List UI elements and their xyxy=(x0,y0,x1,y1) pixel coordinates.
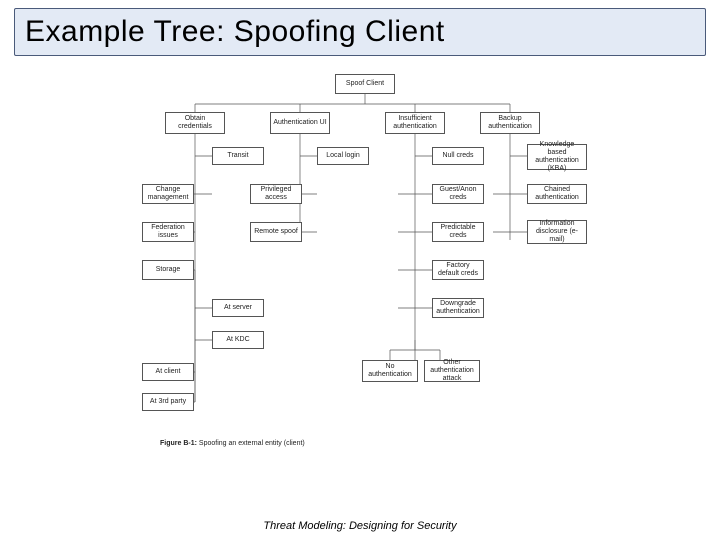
node-insufficient-auth: Insufficient authentication xyxy=(385,112,445,134)
slide-footer: Threat Modeling: Designing for Security xyxy=(0,520,720,532)
attack-tree-diagram: Spoof Client Obtain credentials Authenti… xyxy=(140,70,590,490)
node-null-creds: Null creds xyxy=(432,147,484,165)
node-at-kdc: At KDC xyxy=(212,331,264,349)
node-privileged-access: Privileged access xyxy=(250,184,302,204)
node-no-authentication: No authentication xyxy=(362,360,418,382)
node-other-auth-attack: Other authentication attack xyxy=(424,360,480,382)
node-root: Spoof Client xyxy=(335,74,395,94)
node-kba: Knowledge based authentication (KBA) xyxy=(527,144,587,170)
node-guest-anon: Guest/Anon creds xyxy=(432,184,484,204)
node-info-disclosure: Information disclosure (e-mail) xyxy=(527,220,587,244)
node-backup-auth: Backup authentication xyxy=(480,112,540,134)
node-factory-default: Factory default creds xyxy=(432,260,484,280)
node-downgrade-auth: Downgrade authentication xyxy=(432,298,484,318)
node-at-server: At server xyxy=(212,299,264,317)
node-transit: Transit xyxy=(212,147,264,165)
node-chained-auth: Chained authentication xyxy=(527,184,587,204)
node-local-login: Local login xyxy=(317,147,369,165)
node-remote-spoof: Remote spoof xyxy=(250,222,302,242)
node-at-client: At client xyxy=(142,363,194,381)
node-change-management: Change management xyxy=(142,184,194,204)
figure-label: Figure B-1: xyxy=(160,440,197,447)
slide-title-bar: Example Tree: Spoofing Client xyxy=(14,8,706,56)
node-obtain-credentials: Obtain credentials xyxy=(165,112,225,134)
node-federation-issues: Federation issues xyxy=(142,222,194,242)
figure-text: Spoofing an external entity (client) xyxy=(199,440,305,447)
slide-title: Example Tree: Spoofing Client xyxy=(25,15,695,49)
node-authentication-ui: Authentication UI xyxy=(270,112,330,134)
node-predictable-creds: Predictable creds xyxy=(432,222,484,242)
figure-caption: Figure B-1: Spoofing an external entity … xyxy=(160,440,305,447)
node-storage: Storage xyxy=(142,260,194,280)
node-at-3rd-party: At 3rd party xyxy=(142,393,194,411)
